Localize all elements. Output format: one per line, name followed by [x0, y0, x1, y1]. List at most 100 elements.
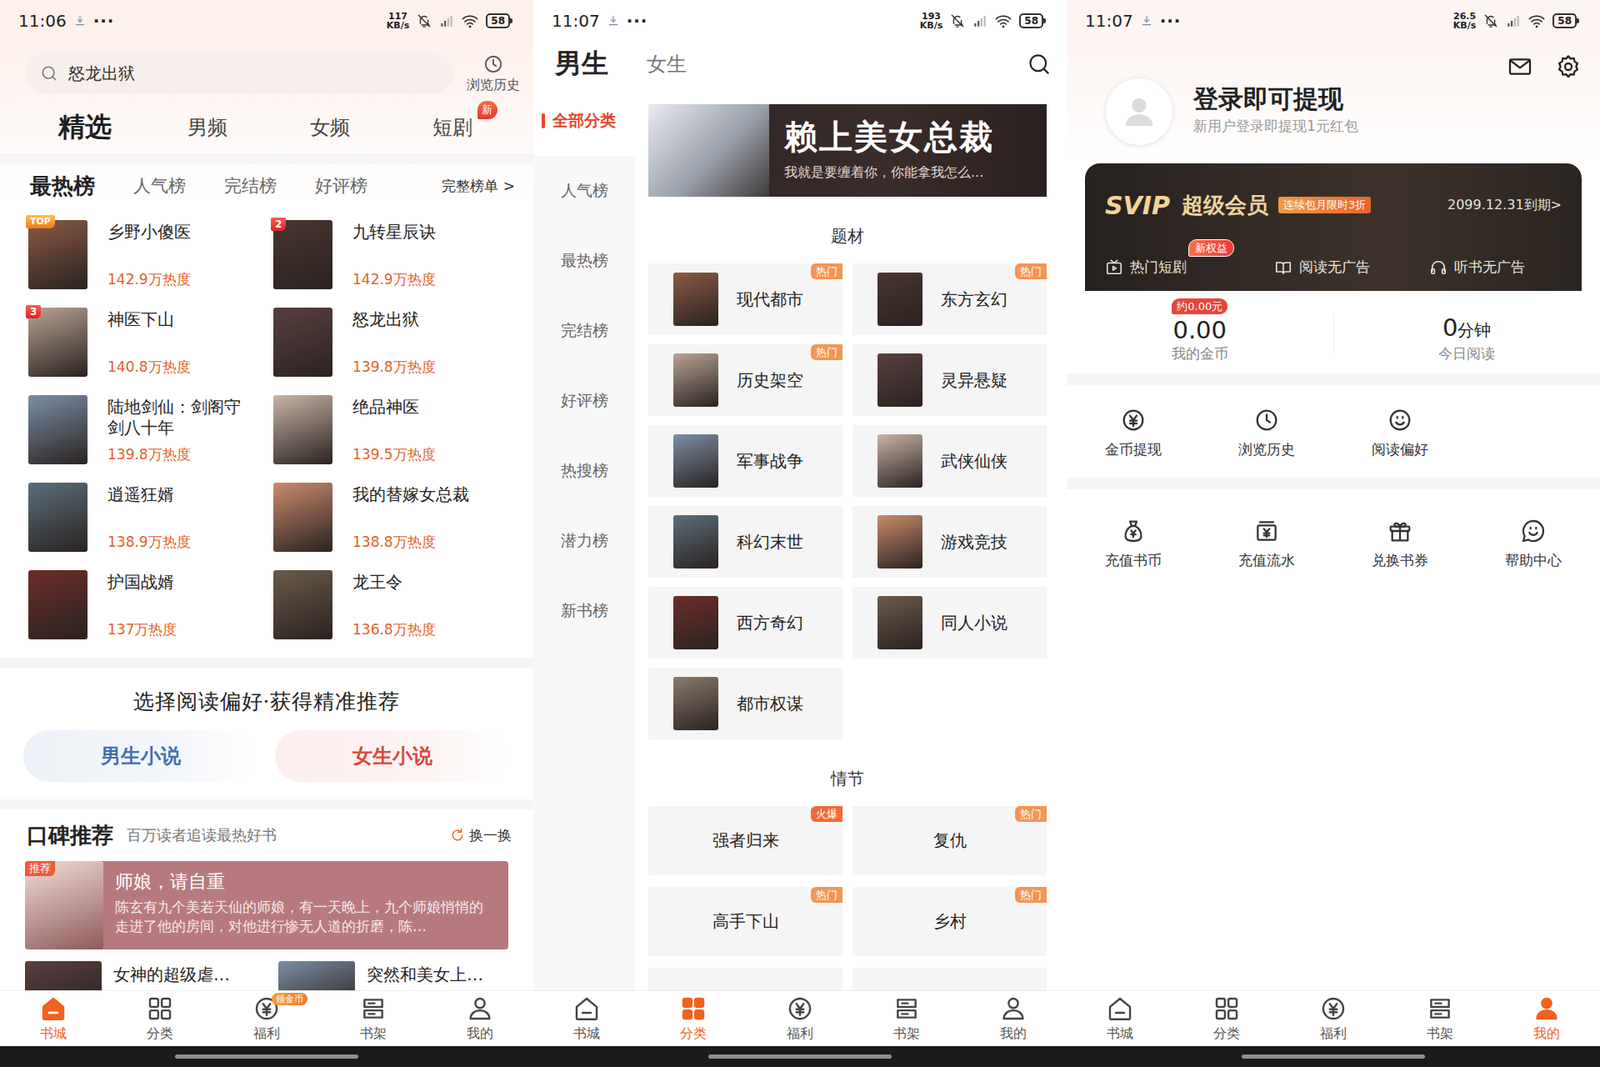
category-cover[interactable] [877, 434, 923, 488]
sidebar-item[interactable]: 完结榜 [533, 295, 635, 366]
nav-item[interactable]: 分类 [106, 990, 214, 1046]
nav-item[interactable]: 福利领金币 [213, 990, 320, 1046]
book-cover[interactable] [28, 570, 88, 640]
shortcut-item[interactable]: 帮助中心 [1466, 517, 1600, 570]
nav-item[interactable]: 书架 [853, 990, 960, 1046]
category-tile[interactable]: 灵异悬疑 [852, 344, 1047, 416]
category-cover[interactable] [673, 434, 719, 488]
featured-book[interactable]: 推荐师娘，请自重陈玄有九个美若天仙的师娘，有一天晚上，九个师娘悄悄的走进了他的房… [25, 860, 509, 950]
nav-item[interactable]: 书城 [1066, 990, 1174, 1046]
svip-perk[interactable]: 阅读无广告 [1274, 257, 1430, 277]
channel-tab[interactable]: 男频 [145, 114, 269, 141]
book-item[interactable]: 护国战婿137万热度 [28, 570, 274, 658]
nav-item[interactable]: 我的 [426, 990, 534, 1046]
nav-item[interactable]: 我的 [960, 990, 1067, 1046]
category-tile[interactable]: 军事战争 [648, 425, 843, 497]
category-cover[interactable] [877, 515, 923, 569]
preference-button[interactable]: 男生小说 [23, 730, 259, 782]
stat-item[interactable]: 0分钟今日阅读 [1334, 290, 1600, 374]
sidebar-item[interactable]: 好评榜 [533, 365, 635, 436]
category-tile[interactable]: 游戏竞技 [852, 505, 1047, 578]
book-cover[interactable] [273, 482, 333, 552]
category-tile[interactable]: 历史架空热门 [648, 344, 843, 416]
refresh-button[interactable]: 换一换 [449, 825, 512, 845]
sidebar-item[interactable]: 新书榜 [533, 575, 635, 646]
book-cover[interactable] [273, 570, 333, 640]
sidebar-item[interactable]: 潜力榜 [533, 505, 635, 576]
book-item[interactable]: 突然和美女上… [278, 960, 532, 990]
category-tile[interactable] [852, 967, 1047, 990]
category-tile[interactable]: 复仇热门 [852, 805, 1047, 875]
login-prompt[interactable]: 登录即可提现新用户登录即提现1元红包 [1193, 83, 1359, 136]
book-cover[interactable] [28, 482, 88, 552]
category-tile[interactable]: 同人小说 [852, 586, 1047, 659]
sidebar-item[interactable]: 最热榜 [533, 225, 635, 296]
gender-tab[interactable]: 女生 [646, 50, 687, 78]
sidebar-item[interactable]: 人气榜 [533, 155, 635, 226]
category-cover[interactable] [673, 676, 719, 730]
history-button[interactable]: 浏览历史 [466, 53, 520, 95]
rank-tab[interactable]: 好评榜 [315, 174, 368, 198]
nav-item[interactable]: 书架 [1386, 990, 1494, 1046]
nav-item[interactable]: 书架 [320, 990, 427, 1046]
preference-button[interactable]: 女生小说 [275, 730, 510, 782]
nav-item[interactable]: 分类 [1173, 990, 1280, 1046]
book-item[interactable]: 3神医下山140.8万热度 [28, 307, 274, 395]
channel-tab[interactable]: 精选 [23, 109, 146, 146]
shortcut-item[interactable]: 阅读偏好 [1333, 406, 1467, 460]
book-item[interactable]: 陆地剑仙：剑阁守剑八十年139.8万热度 [28, 395, 274, 483]
category-tile[interactable]: 现代都市热门 [648, 263, 843, 335]
shortcut-item[interactable]: 充值书币 [1066, 517, 1200, 570]
category-tile[interactable]: 东方玄幻热门 [852, 263, 1047, 335]
book-cover[interactable] [25, 960, 102, 990]
book-item[interactable]: 逍遥狂婿138.9万热度 [28, 482, 274, 570]
svip-perk[interactable]: 听书无广告 [1429, 257, 1562, 277]
book-item[interactable]: TOP乡野小傻医142.9万热度 [28, 220, 274, 308]
nav-item[interactable]: 书城 [0, 990, 107, 1046]
nav-item[interactable]: 我的 [1493, 990, 1600, 1046]
full-ranking-link[interactable]: 完整榜单 > [441, 176, 515, 196]
sidebar-item[interactable]: 热搜榜 [533, 435, 635, 506]
book-cover[interactable] [28, 395, 88, 465]
shortcut-item[interactable]: 充值流水 [1200, 517, 1334, 570]
gear-icon[interactable] [1555, 53, 1582, 80]
category-cover[interactable] [877, 272, 923, 326]
promo-banner[interactable]: 赖上美女总裁我就是要缠着你，你能拿我怎么... [648, 104, 1047, 197]
book-item[interactable]: 2九转星辰诀142.9万热度 [273, 220, 519, 308]
book-cover[interactable] [278, 960, 355, 990]
category-tile[interactable]: 乡村热门 [852, 886, 1047, 956]
mail-icon[interactable] [1506, 53, 1534, 80]
nav-item[interactable]: 福利 [746, 990, 854, 1046]
search-icon[interactable] [1026, 51, 1052, 77]
book-item[interactable]: 龙王令136.8万热度 [273, 570, 519, 658]
shortcut-item[interactable]: 浏览历史 [1200, 406, 1334, 460]
category-tile[interactable]: 高手下山热门 [648, 886, 843, 956]
svip-card[interactable]: SVIP超级会员连续包月限时3折2099.12.31到期>热门短剧新权益阅读无广… [1085, 163, 1582, 291]
book-item[interactable]: 绝品神医139.5万热度 [273, 395, 519, 483]
nav-item[interactable]: 分类 [640, 990, 747, 1046]
category-cover[interactable] [877, 595, 923, 650]
book-cover[interactable]: 2 [273, 220, 333, 290]
category-tile[interactable]: 西方奇幻 [648, 586, 843, 659]
book-cover[interactable]: TOP [28, 220, 88, 290]
shortcut-item[interactable]: 兑换书券 [1333, 517, 1467, 570]
rank-tab[interactable]: 最热榜 [30, 171, 95, 201]
svip-expiry[interactable]: 2099.12.31到期> [1447, 196, 1562, 215]
category-tile[interactable]: 科幻末世 [648, 505, 843, 578]
category-cover[interactable] [673, 595, 719, 650]
category-cover[interactable] [877, 353, 923, 407]
channel-tab[interactable]: 女频 [268, 114, 391, 141]
search-box[interactable] [25, 53, 454, 94]
category-cover[interactable] [673, 515, 719, 569]
shortcut-item[interactable]: 金币提现 [1066, 406, 1200, 460]
category-cover[interactable] [673, 353, 719, 407]
gender-tab[interactable]: 男生 [555, 45, 609, 83]
channel-tab[interactable]: 短剧新 [390, 114, 514, 141]
search-input[interactable] [66, 62, 439, 85]
nav-item[interactable]: 书城 [533, 990, 640, 1046]
rank-tab[interactable]: 完结榜 [224, 174, 277, 198]
svip-perk[interactable]: 热门短剧新权益 [1105, 257, 1275, 277]
sidebar-item[interactable]: 全部分类 [533, 85, 635, 156]
book-cover[interactable] [273, 307, 333, 377]
category-tile[interactable] [648, 967, 843, 990]
